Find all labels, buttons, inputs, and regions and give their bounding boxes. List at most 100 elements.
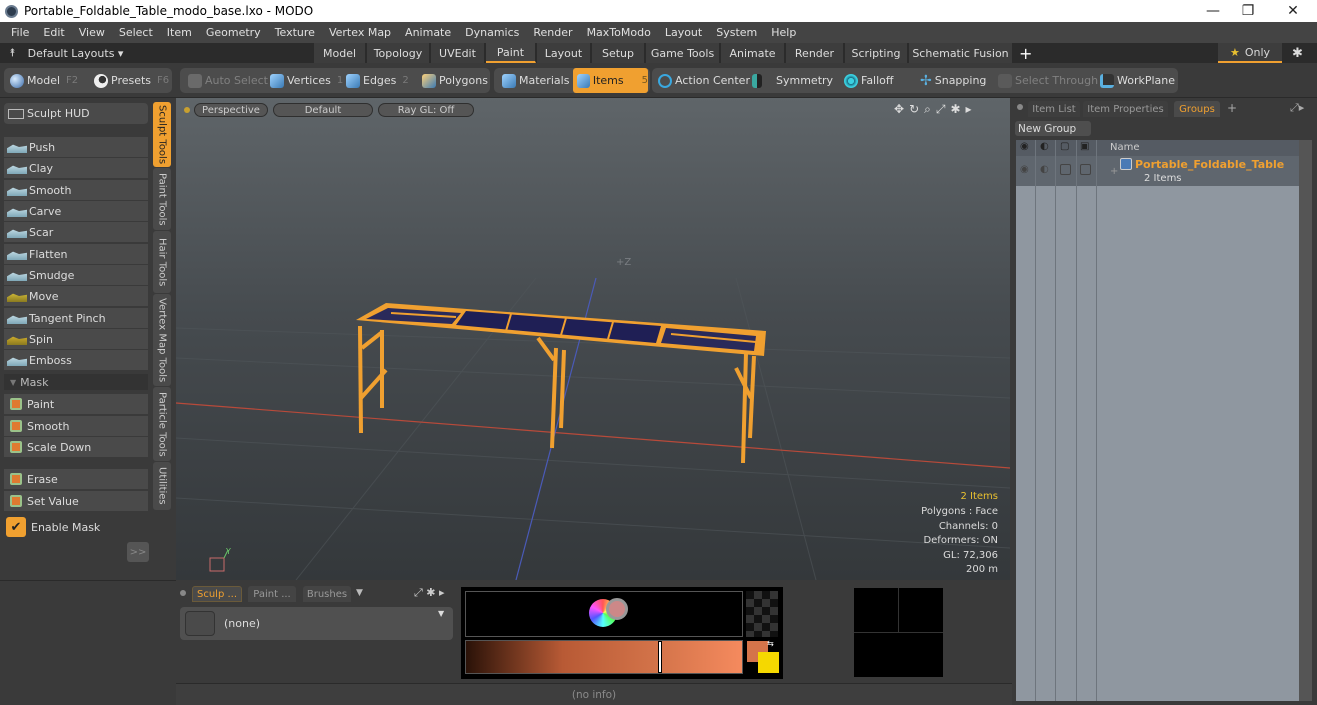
color-wheel-cursor[interactable] — [606, 598, 628, 620]
color-wheel-area[interactable] — [465, 591, 743, 637]
only-toggle[interactable]: ★ Only — [1218, 43, 1282, 63]
select-toggle[interactable] — [1080, 164, 1091, 175]
tab-scripting[interactable]: Scripting — [845, 43, 908, 63]
brush-panel-controls[interactable]: ⤢ ✱ ▸ — [414, 586, 445, 600]
group-row[interactable]: ◉ ◐ + Portable_Foldable_Table 2 Items — [1016, 156, 1299, 186]
vtab-hair-tools[interactable]: Hair Tools — [153, 231, 171, 293]
visibility-column-icon[interactable]: ◉ — [1020, 141, 1029, 152]
tab-setup[interactable]: Setup — [592, 43, 645, 63]
tool-flatten[interactable]: Flatten — [4, 244, 148, 265]
tab-item-properties[interactable]: Item Properties — [1083, 101, 1168, 117]
expand-icon[interactable]: + — [1110, 166, 1118, 177]
more-button[interactable]: >> — [127, 542, 149, 562]
tool-tangent-pinch[interactable]: Tangent Pinch — [4, 308, 148, 329]
zoom-icon[interactable]: ⌕ — [924, 102, 931, 117]
tab-layout[interactable]: Layout — [537, 43, 591, 63]
expand-arrow-icon[interactable]: ▸ — [966, 102, 972, 117]
menu-view[interactable]: View — [72, 26, 112, 39]
tabs-dropdown-icon[interactable]: ▼ — [356, 588, 363, 598]
mask-set-value[interactable]: Set Value — [4, 491, 148, 512]
pan-icon[interactable]: ✥ — [894, 102, 904, 117]
tab-groups[interactable]: Groups — [1174, 101, 1220, 117]
menu-animate[interactable]: Animate — [398, 26, 458, 39]
raygl-toggle[interactable]: Ray GL: Off — [378, 103, 474, 117]
menu-texture[interactable]: Texture — [268, 26, 322, 39]
menu-select[interactable]: Select — [112, 26, 160, 39]
vtab-particle-tools[interactable]: Particle Tools — [153, 387, 171, 461]
swap-colors-icon[interactable]: ⇆ — [767, 639, 774, 648]
panel-menu-dot[interactable] — [1017, 104, 1023, 110]
tool-smudge[interactable]: Smudge — [4, 265, 148, 286]
tab-model[interactable]: Model — [314, 43, 366, 63]
menu-dynamics[interactable]: Dynamics — [458, 26, 526, 39]
workplane-button[interactable]: WorkPlane — [1096, 68, 1175, 93]
tab-brushes[interactable]: Brushes — [303, 586, 351, 602]
tab-topology[interactable]: Topology — [367, 43, 430, 63]
model-button[interactable]: Model F2 — [6, 68, 78, 93]
close-button[interactable]: ✕ — [1270, 0, 1316, 22]
name-column-header[interactable]: Name — [1110, 142, 1140, 153]
brush-panel-menu-dot[interactable] — [180, 590, 186, 596]
vertices-button[interactable]: Vertices 1 — [266, 68, 343, 93]
visibility-toggle[interactable]: ◉ — [1020, 164, 1029, 175]
add-tab-button[interactable]: + — [1227, 101, 1237, 115]
color-picker[interactable]: ⇆ — [461, 587, 783, 679]
tab-sculpt-presets[interactable]: Sculp ... — [192, 586, 242, 602]
tab-item-list[interactable]: Item List — [1028, 101, 1080, 117]
menu-help[interactable]: Help — [764, 26, 803, 39]
presets-button[interactable]: Presets F6 — [90, 68, 169, 93]
vtab-vertex-map-tools[interactable]: Vertex Map Tools — [153, 294, 171, 386]
layout-arrow-icon[interactable]: ⯭ — [9, 46, 16, 60]
restore-button[interactable]: ❐ — [1225, 0, 1271, 22]
mask-section-header[interactable]: ▼ Mask — [4, 374, 148, 390]
mask-erase[interactable]: Erase — [4, 469, 148, 490]
vtab-sculpt-tools[interactable]: Sculpt Tools — [153, 102, 171, 167]
default-layouts-dropdown[interactable]: Default Layouts ▾ — [28, 47, 124, 60]
menu-layout[interactable]: Layout — [658, 26, 709, 39]
vtab-paint-tools[interactable]: Paint Tools — [153, 168, 171, 230]
mask-paint[interactable]: Paint — [4, 394, 148, 415]
enable-mask-checkbox[interactable]: ✔ Enable Mask — [6, 517, 100, 537]
new-group-button[interactable]: New Group — [1015, 121, 1091, 136]
menu-system[interactable]: System — [709, 26, 764, 39]
tool-smooth[interactable]: Smooth — [4, 180, 148, 201]
tab-animate[interactable]: Animate — [721, 43, 785, 63]
gear-icon[interactable]: ✱ — [1292, 43, 1303, 63]
menu-render[interactable]: Render — [526, 26, 579, 39]
tool-carve[interactable]: Carve — [4, 201, 148, 222]
shading-dropdown[interactable]: Default — [273, 103, 373, 117]
viewport-gear-icon[interactable]: ✱ — [950, 102, 960, 117]
render-column-icon[interactable]: ◐ — [1040, 141, 1049, 152]
menu-file[interactable]: File — [4, 26, 36, 39]
tool-scar[interactable]: Scar — [4, 222, 148, 243]
maximize-icon[interactable]: ⤢ — [936, 102, 946, 117]
brush-dropdown-icon[interactable]: ▼ — [438, 609, 444, 618]
tool-push[interactable]: Push — [4, 137, 148, 158]
tab-paint-presets[interactable]: Paint ... — [248, 586, 296, 602]
edges-button[interactable]: Edges 2 — [342, 68, 409, 93]
menu-item[interactable]: Item — [160, 26, 199, 39]
snapping-button[interactable]: ✢ Snapping — [916, 68, 986, 93]
tab-paint[interactable]: Paint — [486, 43, 536, 63]
sculpt-hud-button[interactable]: Sculpt HUD — [4, 103, 148, 125]
tab-render[interactable]: Render — [786, 43, 844, 63]
alpha-swatch[interactable] — [746, 591, 778, 637]
vtab-utilities[interactable]: Utilities — [153, 462, 171, 510]
action-center-button[interactable]: Action Center — [654, 68, 750, 93]
viewport-menu-dot[interactable] — [184, 107, 190, 113]
view-dropdown[interactable]: Perspective — [194, 103, 268, 117]
select-through-button[interactable]: Select Through — [994, 68, 1098, 93]
auto-select-button[interactable]: Auto Select — [184, 68, 268, 93]
lock-column-icon[interactable]: ▢ — [1060, 141, 1069, 152]
background-color-swatch[interactable] — [758, 652, 779, 673]
tool-spin[interactable]: Spin — [4, 329, 148, 350]
mask-smooth[interactable]: Smooth — [4, 416, 148, 437]
3d-viewport[interactable]: +Z Y Perspective Default Ray GL: Off ✥ ↻… — [176, 98, 1010, 580]
select-column-icon[interactable]: ▣ — [1080, 141, 1089, 152]
add-layout-button[interactable]: + — [1019, 43, 1032, 63]
menu-maxtomodo[interactable]: MaxToModo — [580, 26, 658, 39]
materials-button[interactable]: Materials — [498, 68, 569, 93]
tab-schematic-fusion[interactable]: Schematic Fusion — [909, 43, 1013, 63]
value-gradient-slider[interactable] — [465, 640, 743, 674]
tool-move[interactable]: Move — [4, 286, 148, 307]
